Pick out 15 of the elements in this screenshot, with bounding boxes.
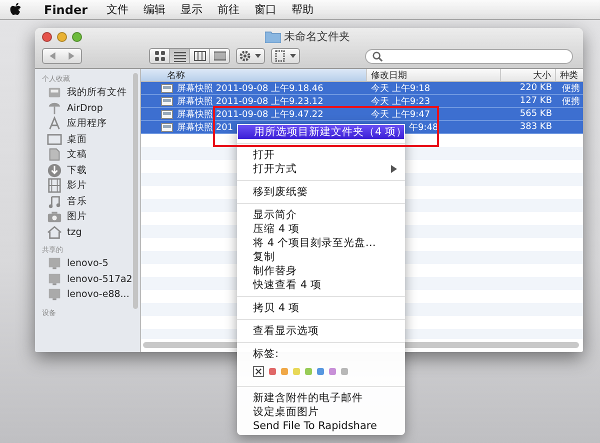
size-cell-text: 565 KB <box>518 109 553 119</box>
date-text: 今天 上午9:47 <box>371 108 430 120</box>
date-text: 今天 上午9:23 <box>371 96 430 108</box>
date-text: 今天 上午9:18 <box>371 82 430 94</box>
kind-cell-text: 便携 <box>562 82 580 94</box>
size-cell-text: 383 KB <box>518 122 553 132</box>
file-name: 屏幕快照 201 <box>177 122 234 134</box>
file-name: 屏幕快照 2011-09-08 上午9.23.12 <box>177 96 324 108</box>
window-title: 未命名文件夹 <box>284 29 350 44</box>
file-name: 屏幕快照 2011-09-08 上午9.47.22 <box>177 108 324 120</box>
kind-cell-text: 便携 <box>562 96 580 108</box>
tags-label: 标签: <box>252 347 280 361</box>
file-name: 屏幕快照 2011-09-08 上午9.18.46 <box>177 82 324 94</box>
size-cell-text: 127 KB <box>518 96 553 106</box>
size-cell-text: 220 KB <box>518 83 553 93</box>
